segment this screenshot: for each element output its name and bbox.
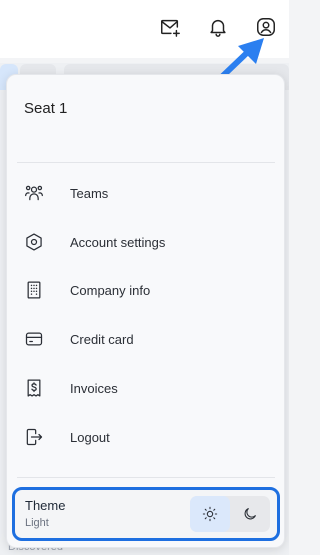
page: Discovered Seat 1 Teams (0, 0, 289, 555)
credit-card-icon (24, 326, 58, 352)
light-theme-button[interactable] (190, 496, 230, 532)
sun-icon (202, 506, 218, 522)
theme-selector: Theme Light (12, 487, 280, 541)
menu-item-label: Invoices (70, 380, 118, 396)
mail-plus-icon[interactable] (157, 14, 183, 40)
users-icon (24, 180, 58, 206)
theme-current-value: Light (25, 517, 49, 529)
logout-icon (24, 424, 58, 450)
theme-toggle (190, 496, 270, 532)
divider (17, 162, 275, 163)
invoice-dollar-icon (24, 375, 58, 401)
hexagon-settings-icon (24, 229, 58, 255)
seat-title: Seat 1 (24, 100, 68, 117)
menu-item-account-settings[interactable]: Account settings (24, 224, 274, 260)
menu-item-label: Credit card (70, 331, 134, 347)
menu-item-logout[interactable]: Logout (24, 419, 274, 455)
theme-title: Theme (25, 498, 66, 513)
menu-item-label: Logout (70, 429, 110, 445)
menu-item-label: Account settings (70, 234, 166, 250)
menu-item-invoices[interactable]: Invoices (24, 370, 274, 406)
dark-theme-button[interactable] (230, 496, 270, 532)
menu-item-company-info[interactable]: Company info (24, 272, 274, 308)
divider (17, 477, 275, 478)
menu-item-teams[interactable]: Teams (24, 175, 274, 211)
moon-icon (242, 506, 258, 522)
menu-item-label: Teams (70, 185, 109, 201)
menu-item-credit-card[interactable]: Credit card (24, 321, 274, 357)
menu-item-label: Company info (70, 282, 151, 298)
building-icon (24, 277, 58, 303)
account-dropdown: Seat 1 Teams Account settings Company in… (6, 74, 285, 548)
